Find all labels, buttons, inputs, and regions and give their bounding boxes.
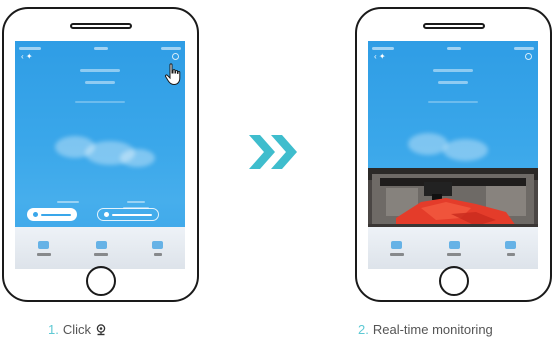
nav-item-1[interactable] <box>389 240 404 256</box>
back-icon[interactable]: ‹ ✦ <box>21 53 37 61</box>
mode-button-inactive[interactable] <box>97 208 159 221</box>
back-icon[interactable]: ‹ ✦ <box>374 53 390 61</box>
nav-label <box>36 252 51 256</box>
background-cloud <box>120 149 155 167</box>
mode-button-active[interactable] <box>27 208 77 221</box>
home-button <box>85 266 116 296</box>
background-cloud <box>443 139 488 161</box>
phone-speaker <box>422 23 485 29</box>
blurred-text <box>127 201 145 203</box>
app-screen-live-view: ‹ ✦ <box>368 41 538 269</box>
nav-item-2[interactable] <box>447 240 462 256</box>
nav-label <box>389 252 404 256</box>
blurred-title <box>80 69 120 72</box>
nav-label <box>94 252 109 256</box>
live-video-feed[interactable] <box>368 168 538 233</box>
nav-item-3[interactable] <box>505 240 517 256</box>
step-2-caption: 2. Real-time monitoring <box>358 322 493 337</box>
blurred-text <box>75 101 125 103</box>
blurred-subtitle <box>85 81 115 84</box>
phone-frame-step-2: ‹ ✦ <box>355 7 552 302</box>
settings-icon[interactable] <box>525 53 532 60</box>
step-number: 2. <box>358 322 369 337</box>
nav-label <box>506 252 515 256</box>
nav-icon <box>38 240 50 249</box>
blurred-subtitle <box>438 81 468 84</box>
app-screen-home: ‹ ✦ <box>15 41 185 269</box>
blurred-text <box>57 201 79 203</box>
nav-label <box>153 252 162 256</box>
nav-item-1[interactable] <box>36 240 51 256</box>
bottom-nav <box>368 227 538 269</box>
bottom-nav <box>15 227 185 269</box>
phone-speaker <box>69 23 132 29</box>
blurred-title <box>433 69 473 72</box>
nav-icon <box>95 240 107 249</box>
blurred-text <box>428 101 478 103</box>
status-bar <box>19 44 181 52</box>
double-chevron-right-icon <box>249 135 297 169</box>
printer-camera-image <box>368 168 538 233</box>
settings-icon[interactable] <box>172 53 179 60</box>
background-cloud <box>408 133 448 155</box>
status-bar <box>372 44 534 52</box>
nav-icon <box>448 240 460 249</box>
step-text: Real-time monitoring <box>372 322 493 337</box>
home-button <box>438 266 469 296</box>
tap-hand-icon <box>164 63 181 86</box>
step-text: Click <box>62 322 92 337</box>
step-number: 1. <box>48 322 59 337</box>
nav-icon <box>505 240 517 249</box>
nav-label <box>447 252 462 256</box>
step-1-caption: 1. Click <box>48 322 107 337</box>
nav-item-2[interactable] <box>94 240 109 256</box>
cloud-camera-icon <box>96 323 106 335</box>
nav-item-3[interactable] <box>152 240 164 256</box>
nav-icon <box>391 240 403 249</box>
nav-icon <box>152 240 164 249</box>
phone-frame-step-1: ‹ ✦ <box>2 7 199 302</box>
